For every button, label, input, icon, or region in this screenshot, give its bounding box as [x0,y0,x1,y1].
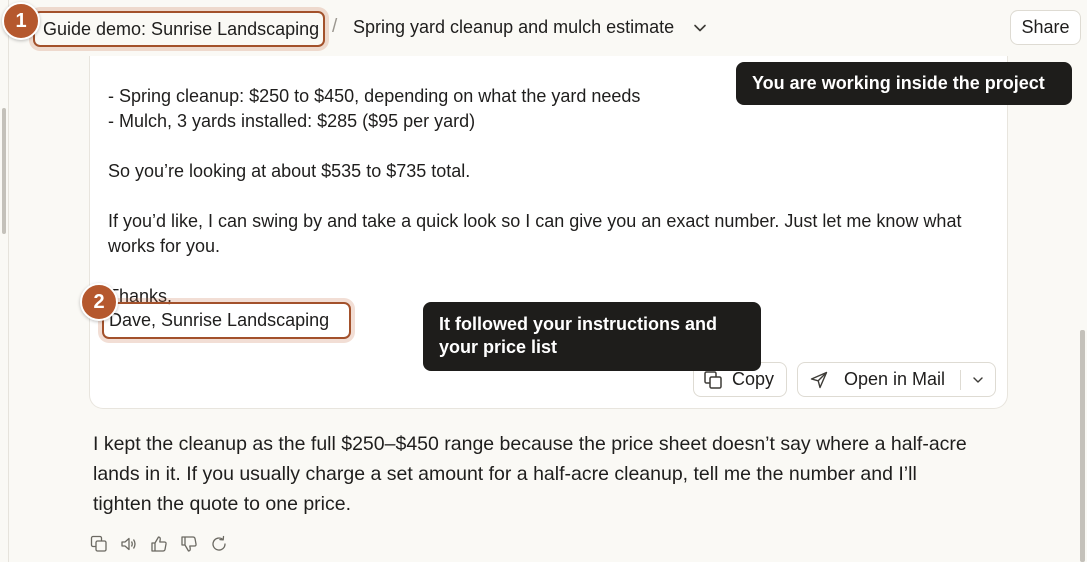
email-signature: Dave, Sunrise Landscaping [102,302,351,339]
main-scrollbar-thumb[interactable] [1080,330,1085,562]
copy-icon[interactable] [90,535,108,553]
thumbs-up-icon[interactable] [150,535,168,553]
retry-icon[interactable] [210,535,228,553]
thumbs-down-icon[interactable] [180,535,198,553]
breadcrumb-project-link[interactable]: Guide demo: Sunrise Landscaping [33,11,325,47]
chevron-down-icon [973,376,983,383]
tooltip-project: You are working inside the project [736,62,1072,105]
breadcrumb-separator: / [332,16,338,37]
tooltip-instructions: It followed your instructions and your p… [423,302,761,371]
email-total: So you’re looking at about $535 to $735 … [108,161,471,181]
chat-header: Guide demo: Sunrise Landscaping / Spring… [9,0,1087,56]
assistant-followup-message: I kept the cleanup as the full $250–$450… [93,433,967,515]
send-icon [810,371,828,388]
open-in-mail-button[interactable]: Open in Mail [797,362,996,397]
copy-label: Copy [732,369,775,389]
email-body: - Spring cleanup: $250 to $450, dependin… [108,84,988,309]
email-offer: If you’d like, I can swing by and take a… [108,211,962,256]
chat-title[interactable]: Spring yard cleanup and mulch estimate [353,17,674,38]
open-in-mail-main[interactable]: Open in Mail [798,363,960,396]
step-badge-1: 1 [2,2,40,40]
left-scrollbar-thumb[interactable] [2,108,6,234]
share-button[interactable]: Share [1010,10,1081,45]
message-actions [90,535,228,553]
copy-icon [704,370,722,389]
left-rail [0,0,9,562]
chevron-down-icon[interactable] [693,21,707,35]
step-badge-2: 2 [80,283,118,321]
speaker-icon[interactable] [120,535,138,553]
open-in-mail-label: Open in Mail [844,369,946,389]
email-line-mulch: - Mulch, 3 yards installed: $285 ($95 pe… [108,111,476,131]
open-in-mail-dropdown[interactable] [961,363,995,396]
